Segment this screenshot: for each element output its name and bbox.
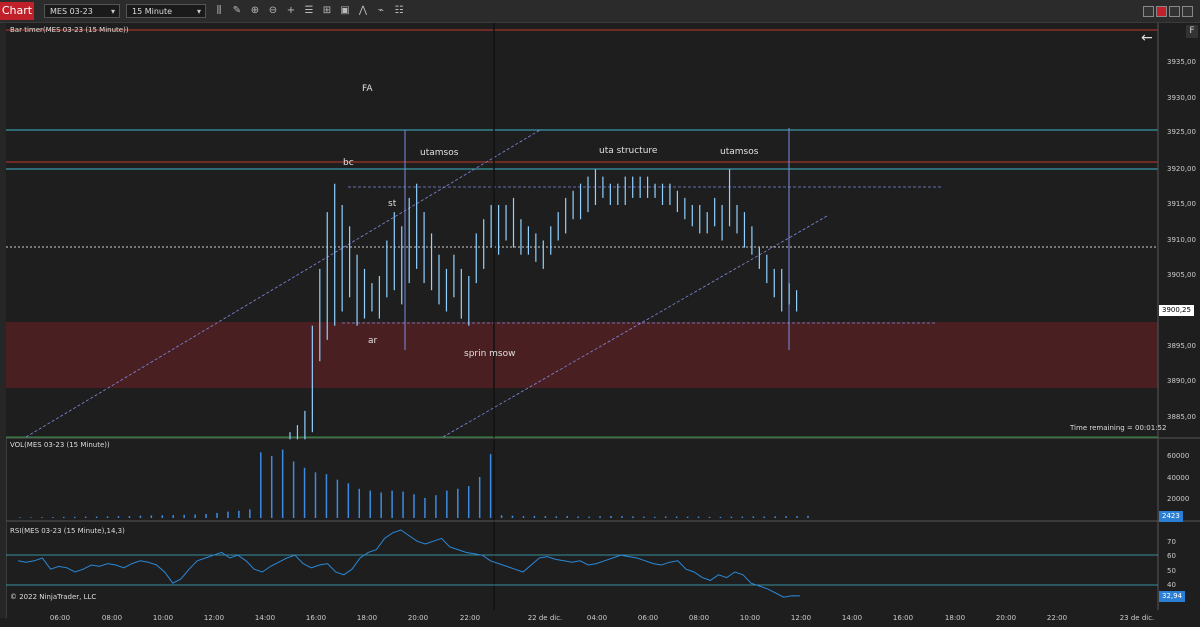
rsi-flag: 32,94 [1159, 591, 1186, 602]
annotation-ar[interactable]: ar [368, 336, 377, 346]
copyright: © 2022 NinjaTrader, LLC [10, 593, 97, 601]
x-tick: 14:00 [254, 614, 276, 622]
volume-panel-label: VOL(MES 03-23 (15 Minute)) [10, 441, 110, 449]
x-tick: 22 de dic. [527, 614, 563, 622]
y-tick: 3920,00 [1167, 165, 1196, 173]
y-tick: 3890,00 [1167, 377, 1196, 385]
y-tick: 20000 [1167, 495, 1190, 503]
x-tick: 10:00 [739, 614, 761, 622]
x-tick: 23 de dic. [1119, 614, 1155, 622]
x-tick: 08:00 [688, 614, 710, 622]
rsi-panel-label: RSI(MES 03-23 (15 Minute),14,3) [10, 527, 125, 535]
x-tick: 18:00 [356, 614, 378, 622]
x-tick: 14:00 [841, 614, 863, 622]
rsi-line [17, 529, 801, 598]
y-tick: 60 [1167, 552, 1176, 560]
y-tick: 3930,00 [1167, 94, 1196, 102]
demand-zone [6, 322, 1158, 388]
x-tick: 20:00 [407, 614, 429, 622]
y-tick: 70 [1167, 538, 1176, 546]
x-tick: 22:00 [459, 614, 481, 622]
x-tick: 06:00 [637, 614, 659, 622]
annotation-fa[interactable]: FA [362, 84, 373, 94]
y-tick: 3895,00 [1167, 342, 1196, 350]
y-tick: 40 [1167, 581, 1176, 589]
x-tick: 04:00 [586, 614, 608, 622]
last-price-flag: 3900,25 [1159, 305, 1194, 316]
x-tick: 18:00 [944, 614, 966, 622]
x-tick: 12:00 [790, 614, 812, 622]
x-tick: 20:00 [995, 614, 1017, 622]
y-tick: 50 [1167, 567, 1176, 575]
annotation-st[interactable]: st [388, 199, 396, 209]
annotation-bc[interactable]: bc [343, 158, 354, 168]
time-remaining: Time remaining = 00:01:52 [1070, 424, 1167, 432]
y-tick: 3885,00 [1167, 413, 1196, 421]
chart-canvas[interactable]: ← [0, 0, 1200, 627]
y-tick: 3910,00 [1167, 236, 1196, 244]
x-tick: 16:00 [305, 614, 327, 622]
y-tick: 3935,00 [1167, 58, 1196, 66]
x-tick: 06:00 [49, 614, 71, 622]
annotation-uta-structure[interactable]: uta structure [599, 146, 657, 156]
y-tick: 3915,00 [1167, 200, 1196, 208]
y-tick: 60000 [1167, 452, 1190, 460]
x-tick: 22:00 [1046, 614, 1068, 622]
x-tick: 16:00 [892, 614, 914, 622]
volume-bars [19, 449, 809, 518]
x-tick: 10:00 [152, 614, 174, 622]
annotation-utamsos-1[interactable]: utamsos [420, 148, 458, 158]
x-tick: 08:00 [101, 614, 123, 622]
price-panel-label: Bar timer(MES 03-23 (15 Minute)) [10, 26, 129, 34]
y-tick: 3905,00 [1167, 271, 1196, 279]
x-tick: 12:00 [203, 614, 225, 622]
y-tick: 3925,00 [1167, 128, 1196, 136]
y-tick: 40000 [1167, 474, 1190, 482]
annotation-sprin-msow[interactable]: sprin msow [464, 349, 516, 359]
back-arrow-icon[interactable]: ← [1141, 30, 1153, 46]
volume-flag: 2423 [1159, 511, 1183, 522]
annotation-utamsos-2[interactable]: utamsos [720, 147, 758, 157]
